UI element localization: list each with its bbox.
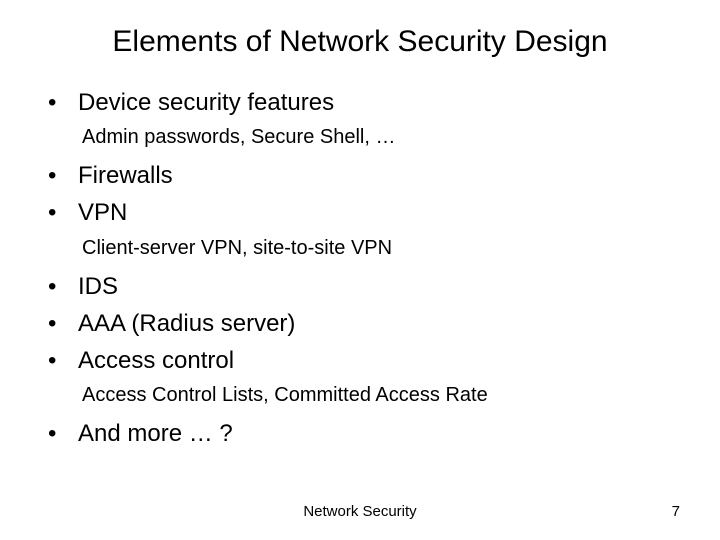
sub-list-item: Client-server VPN, site-to-site VPN: [48, 235, 680, 261]
list-item-label: Device security features: [78, 87, 334, 118]
list-item-label: AAA (Radius server): [78, 308, 295, 339]
list-item: • IDS: [48, 271, 680, 302]
list-item-label: VPN: [78, 197, 127, 228]
bullet-icon: •: [48, 87, 78, 118]
slide-title: Elements of Network Security Design: [40, 25, 680, 59]
bullet-icon: •: [48, 197, 78, 228]
bullet-icon: •: [48, 345, 78, 376]
bullet-icon: •: [48, 160, 78, 191]
list-item-label: Access control: [78, 345, 234, 376]
list-item-label: IDS: [78, 271, 118, 302]
list-item-label: Firewalls: [78, 160, 173, 191]
slide-footer: Network Security 7: [0, 503, 720, 520]
bullet-icon: •: [48, 308, 78, 339]
bullet-icon: •: [48, 271, 78, 302]
list-item: • VPN: [48, 197, 680, 228]
bullet-icon: •: [48, 418, 78, 449]
list-item: • Firewalls: [48, 160, 680, 191]
list-item: • AAA (Radius server): [48, 308, 680, 339]
list-item: • Device security features: [48, 87, 680, 118]
list-item: • And more … ?: [48, 418, 680, 449]
list-item-label: And more … ?: [78, 418, 233, 449]
list-item: • Access control: [48, 345, 680, 376]
sub-list-item: Admin passwords, Secure Shell, …: [48, 124, 680, 150]
slide-content: • Device security features Admin passwor…: [40, 87, 680, 449]
footer-title: Network Security: [303, 503, 416, 520]
page-number: 7: [672, 503, 680, 520]
sub-list-item: Access Control Lists, Committed Access R…: [48, 382, 680, 408]
